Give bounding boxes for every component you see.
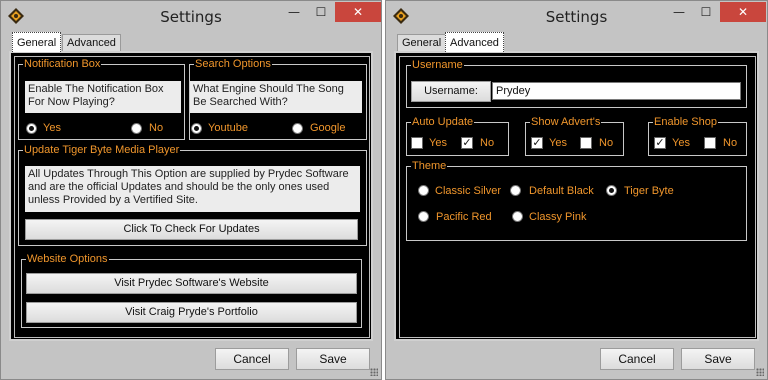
tab-panel-general: Notification Box Enable The Notification… [9, 51, 373, 341]
minimize-button[interactable]: — [280, 2, 308, 22]
enable-shop-legend: Enable Shop [654, 116, 717, 128]
show-adverts-yes-checkbox[interactable]: ✓ [531, 137, 543, 149]
show-adverts-no-label[interactable]: No [599, 137, 613, 150]
notification-yes-label[interactable]: Yes [43, 122, 61, 135]
theme-classy-pink-label[interactable]: Classy Pink [529, 211, 586, 224]
enable-shop-no-label[interactable]: No [723, 137, 737, 150]
theme-classic-silver-radio[interactable] [418, 185, 429, 196]
check-updates-button[interactable]: Click To Check For Updates [25, 219, 358, 240]
search-youtube-label[interactable]: Youtube [208, 122, 248, 135]
show-adverts-no-checkbox[interactable] [580, 137, 592, 149]
theme-classy-pink-radio[interactable] [512, 211, 523, 222]
theme-pacific-red-radio[interactable] [418, 211, 429, 222]
notification-no-radio[interactable] [131, 123, 142, 134]
username-input[interactable]: Prydey [492, 82, 741, 100]
theme-default-black-label[interactable]: Default Black [529, 185, 594, 198]
notification-question: Enable The Notification Box For Now Play… [25, 81, 181, 113]
tab-panel-advanced: Username Username: Prydey Auto Update Ye… [394, 51, 759, 341]
theme-tiger-byte-radio[interactable] [606, 185, 617, 196]
close-button[interactable]: ✕ [720, 2, 766, 22]
visit-portfolio-button[interactable]: Visit Craig Pryde's Portfolio [26, 302, 357, 323]
tab-general[interactable]: General [397, 34, 447, 51]
resize-grip[interactable] [756, 368, 764, 376]
search-youtube-radio[interactable] [191, 123, 202, 134]
maximize-button[interactable]: ☐ [307, 2, 335, 22]
username-button[interactable]: Username: [411, 81, 491, 102]
auto-update-legend: Auto Update [412, 116, 474, 128]
theme-legend: Theme [412, 160, 447, 172]
close-button[interactable]: ✕ [335, 2, 381, 22]
cancel-button[interactable]: Cancel [215, 348, 289, 370]
notification-no-label[interactable]: No [149, 122, 163, 135]
update-description: All Updates Through This Option are supp… [25, 166, 360, 212]
save-button[interactable]: Save [296, 348, 370, 370]
show-adverts-yes-label[interactable]: Yes [549, 137, 567, 150]
tab-general[interactable]: General [12, 32, 62, 52]
auto-update-yes-checkbox[interactable] [411, 137, 423, 149]
search-google-radio[interactable] [292, 123, 303, 134]
auto-update-no-label[interactable]: No [480, 137, 494, 150]
search-google-label[interactable]: Google [310, 122, 345, 135]
search-options-legend: Search Options [195, 58, 271, 70]
tab-advanced[interactable]: Advanced [62, 34, 121, 51]
notification-box-legend: Notification Box [24, 58, 101, 70]
update-legend: Update Tiger Byte Media Player [24, 144, 180, 156]
theme-group: Theme [406, 161, 747, 241]
title-bar[interactable]: Settings — ☐ ✕ [1, 1, 381, 32]
settings-window-advanced: Settings — ☐ ✕ General Advanced Username… [385, 0, 768, 380]
visit-prydec-website-button[interactable]: Visit Prydec Software's Website [26, 273, 357, 294]
enable-shop-yes-label[interactable]: Yes [672, 137, 690, 150]
theme-default-black-radio[interactable] [510, 185, 521, 196]
theme-classic-silver-label[interactable]: Classic Silver [435, 185, 501, 198]
save-button[interactable]: Save [681, 348, 755, 370]
search-question: What Engine Should The Song Be Searched … [190, 81, 362, 113]
theme-tiger-byte-label[interactable]: Tiger Byte [624, 185, 674, 198]
auto-update-no-checkbox[interactable]: ✓ [461, 137, 473, 149]
settings-window-general: Settings — ☐ ✕ General Advanced Notifica… [0, 0, 382, 380]
minimize-button[interactable]: — [665, 2, 693, 22]
auto-update-yes-label[interactable]: Yes [429, 137, 447, 150]
show-adverts-legend: Show Advert's [531, 116, 601, 128]
resize-grip[interactable] [370, 368, 378, 376]
website-options-legend: Website Options [27, 253, 108, 265]
notification-yes-radio[interactable] [26, 123, 37, 134]
username-legend: Username [412, 59, 463, 71]
title-bar[interactable]: Settings — ☐ ✕ [386, 1, 767, 32]
maximize-button[interactable]: ☐ [692, 2, 720, 22]
theme-pacific-red-label[interactable]: Pacific Red [436, 211, 492, 224]
tab-advanced[interactable]: Advanced [445, 32, 504, 52]
enable-shop-no-checkbox[interactable] [704, 137, 716, 149]
cancel-button[interactable]: Cancel [600, 348, 674, 370]
enable-shop-yes-checkbox[interactable]: ✓ [654, 137, 666, 149]
